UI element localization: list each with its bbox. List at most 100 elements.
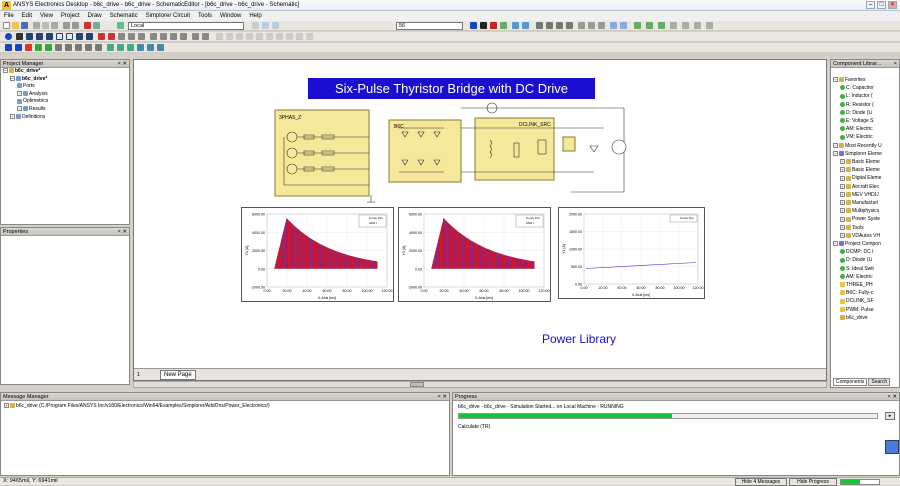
- tool-icon[interactable]: [25, 44, 32, 51]
- library-item[interactable]: E: Voltage S: [833, 117, 899, 125]
- tool-icon[interactable]: [107, 44, 114, 51]
- tool-icon[interactable]: [646, 22, 653, 29]
- tree-item[interactable]: Optimetrics: [3, 98, 129, 106]
- tool-icon[interactable]: [694, 22, 701, 29]
- library-item[interactable]: PWM: Pulse: [833, 306, 899, 314]
- zoom-in-icon[interactable]: [262, 22, 269, 29]
- tree-item[interactable]: − Analysis: [3, 91, 129, 99]
- text-icon[interactable]: [86, 33, 93, 40]
- tool-icon[interactable]: [85, 44, 92, 51]
- page-number[interactable]: 1: [137, 372, 140, 378]
- rotate-icon[interactable]: [98, 33, 105, 40]
- library-item[interactable]: − Most Recently U: [833, 142, 899, 150]
- tool-icon[interactable]: [706, 22, 713, 29]
- library-item[interactable]: + Basic Eleme: [833, 166, 899, 174]
- menu-schematic[interactable]: Schematic: [106, 13, 142, 19]
- results-icon[interactable]: [522, 22, 529, 29]
- library-item[interactable]: + MEV VHDL/: [833, 191, 899, 199]
- tool-icon[interactable]: [117, 44, 124, 51]
- expand-icon[interactable]: +: [840, 208, 845, 214]
- stop-icon[interactable]: [490, 22, 497, 29]
- library-item[interactable]: VM: Electric: [833, 133, 899, 141]
- library-item[interactable]: − Favorites: [833, 76, 899, 84]
- tool-icon[interactable]: [658, 22, 665, 29]
- tab-new-page[interactable]: New Page: [160, 370, 196, 380]
- tool-icon[interactable]: [556, 22, 563, 29]
- library-item[interactable]: + Multiphysics: [833, 207, 899, 215]
- tool-icon[interactable]: [634, 22, 641, 29]
- library-item[interactable]: AM: Electric: [833, 273, 899, 281]
- tree-item[interactable]: − b6c_drive*: [3, 68, 129, 76]
- select-icon[interactable]: [16, 33, 23, 40]
- tool-icon[interactable]: [296, 33, 303, 40]
- close-icon[interactable]: × ✕: [118, 228, 127, 236]
- tool-icon[interactable]: [226, 33, 233, 40]
- diode-icon[interactable]: [589, 145, 599, 153]
- menu-project[interactable]: Project: [57, 13, 84, 19]
- expand-icon[interactable]: +: [840, 233, 845, 239]
- new-icon[interactable]: [3, 22, 10, 29]
- minimize-button[interactable]: –: [866, 1, 875, 9]
- close-button[interactable]: ×: [888, 1, 897, 9]
- tool-icon[interactable]: [546, 22, 553, 29]
- menu-help[interactable]: Help: [245, 13, 265, 19]
- pwm-block[interactable]: [562, 136, 576, 152]
- delete-icon[interactable]: [84, 22, 91, 29]
- cut-icon[interactable]: [33, 22, 40, 29]
- undo-icon[interactable]: [63, 22, 70, 29]
- menu-window[interactable]: Window: [216, 13, 245, 19]
- tool-icon[interactable]: [246, 33, 253, 40]
- help-icon[interactable]: [5, 33, 12, 40]
- expand-icon[interactable]: +: [840, 183, 845, 189]
- redo-icon[interactable]: [72, 22, 79, 29]
- library-item[interactable]: AM: Electric: [833, 125, 899, 133]
- library-item[interactable]: + VDAutos VH: [833, 232, 899, 240]
- tool-icon[interactable]: [137, 44, 144, 51]
- tree-item[interactable]: − b6c_drive*: [3, 76, 129, 84]
- tool-icon[interactable]: [202, 33, 209, 40]
- library-item[interactable]: S: Ideal Swit: [833, 265, 899, 273]
- tool-icon[interactable]: [160, 33, 167, 40]
- library-item[interactable]: L: Inductor (: [833, 92, 899, 100]
- abort-icon[interactable]: [885, 440, 899, 454]
- expand-icon[interactable]: −: [833, 142, 838, 148]
- maximize-button[interactable]: □: [877, 1, 886, 9]
- expand-icon[interactable]: +: [840, 216, 845, 222]
- line-icon[interactable]: [36, 33, 43, 40]
- tree-item[interactable]: Ports: [3, 83, 129, 91]
- menu-edit[interactable]: Edit: [18, 13, 36, 19]
- tool-icon[interactable]: [118, 33, 125, 40]
- library-item[interactable]: B6C: Fully-c: [833, 289, 899, 297]
- library-item[interactable]: − Project Compon: [833, 240, 899, 248]
- tool-icon[interactable]: [157, 44, 164, 51]
- grid-icon[interactable]: [252, 22, 259, 29]
- tree-item[interactable]: − Definitions: [3, 114, 129, 122]
- tool-icon[interactable]: [216, 33, 223, 40]
- tool-icon[interactable]: [306, 33, 313, 40]
- expand-icon[interactable]: −: [17, 106, 22, 112]
- simulate-icon[interactable]: [117, 22, 124, 29]
- tool-icon[interactable]: [15, 44, 22, 51]
- plot-3[interactable]: 2000.00 1500.00 1000.00 500.00 0.00 0.00 20.00…: [558, 207, 705, 299]
- tool-icon[interactable]: [598, 22, 605, 29]
- message-entry[interactable]: + b6c_drive (C:/Program Files/ANSYS Inc/v…: [1, 401, 449, 411]
- close-icon[interactable]: × ✕: [118, 60, 127, 68]
- circle-icon[interactable]: [56, 33, 63, 40]
- tool-icon[interactable]: [620, 22, 627, 29]
- expand-icon[interactable]: −: [833, 151, 838, 156]
- library-item[interactable]: b6c_drive: [833, 314, 899, 322]
- run-icon[interactable]: [470, 22, 477, 29]
- location-select[interactable]: Local: [128, 22, 244, 30]
- menu-simplorer-circuit[interactable]: Simplorer Circuit: [142, 13, 194, 19]
- step-icon[interactable]: [500, 22, 507, 29]
- library-item[interactable]: + Manufacturi: [833, 199, 899, 207]
- expand-button[interactable]: ▸: [885, 412, 895, 420]
- tool-icon[interactable]: [45, 44, 52, 51]
- menu-tools[interactable]: Tools: [194, 13, 216, 19]
- expand-icon[interactable]: +: [840, 159, 845, 165]
- expand-icon[interactable]: −: [833, 241, 838, 247]
- analysis-icon[interactable]: [512, 22, 519, 29]
- menu-draw[interactable]: Draw: [84, 13, 106, 19]
- tool-icon[interactable]: [180, 33, 187, 40]
- library-item[interactable]: − Simplorer Eleme: [833, 150, 899, 158]
